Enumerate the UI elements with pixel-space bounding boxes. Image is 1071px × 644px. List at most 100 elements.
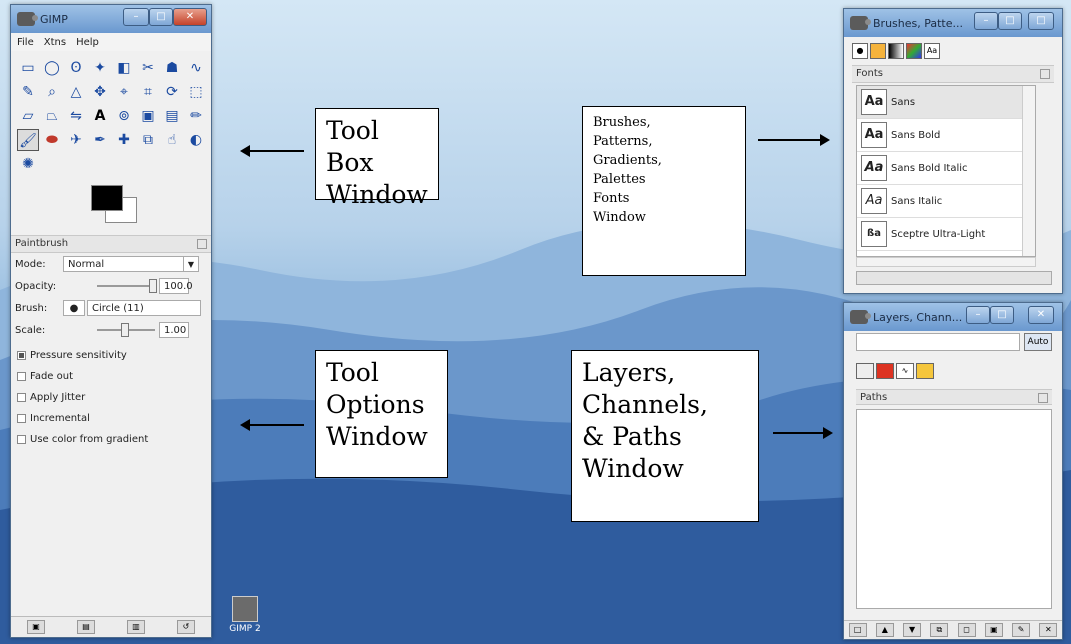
- free-select-icon[interactable]: ʘ: [65, 57, 87, 79]
- delete-path-icon[interactable]: ✕: [1039, 623, 1058, 637]
- perspective-clone-icon[interactable]: ⧉: [137, 129, 159, 151]
- brushes-tab-icon[interactable]: ●: [852, 43, 868, 59]
- scale-slider-track[interactable]: [97, 323, 155, 337]
- pressure-sensitivity-check[interactable]: Pressure sensitivity: [11, 345, 211, 366]
- scale-slider-knob[interactable]: [121, 323, 129, 337]
- paths-icon[interactable]: ∿: [185, 57, 207, 79]
- checkbox-icon[interactable]: [17, 435, 26, 444]
- gradients-tab-icon[interactable]: [888, 43, 904, 59]
- ellipse-select-icon[interactable]: ◯: [41, 57, 63, 79]
- brushes-bottom-bar[interactable]: [856, 271, 1052, 285]
- selection-to-path-icon[interactable]: ▣: [984, 623, 1003, 637]
- opacity-slider-track[interactable]: [97, 279, 157, 293]
- foreground-color-swatch[interactable]: [91, 185, 123, 211]
- mode-select[interactable]: Normal ▼: [63, 256, 199, 272]
- scale-spin[interactable]: 1.00: [159, 322, 189, 338]
- panel-menu-icon[interactable]: [197, 239, 207, 249]
- delete-options-icon[interactable]: ▥: [127, 620, 145, 634]
- move-icon[interactable]: ✥: [89, 81, 111, 103]
- new-path-icon[interactable]: □: [848, 623, 867, 637]
- maximize-button[interactable]: □: [990, 306, 1014, 324]
- smudge-icon[interactable]: ☝: [161, 129, 183, 151]
- opacity-spin[interactable]: 100.0: [159, 278, 193, 294]
- heal-icon[interactable]: ✚: [113, 129, 135, 151]
- apply-jitter-check[interactable]: Apply Jitter: [11, 387, 211, 408]
- close-button[interactable]: □: [1028, 12, 1054, 30]
- color-picker-icon[interactable]: ✎: [17, 81, 39, 103]
- font-list[interactable]: Aa Sans Aa Sans Bold Aa Sans Bold Italic…: [856, 85, 1036, 257]
- lower-path-icon[interactable]: ▼: [903, 623, 922, 637]
- patterns-tab-icon[interactable]: [870, 43, 886, 59]
- list-item[interactable]: Aa Sans Italic: [857, 185, 1035, 218]
- list-item[interactable]: Aa Sans Bold: [857, 119, 1035, 152]
- minimize-button[interactable]: –: [974, 12, 998, 30]
- scale-slider[interactable]: 1.00: [97, 322, 189, 338]
- undo-tab-icon[interactable]: [916, 363, 934, 379]
- menu-xtns[interactable]: Xtns: [44, 37, 66, 48]
- close-button[interactable]: ✕: [1028, 306, 1054, 324]
- save-options-icon[interactable]: ▣: [27, 620, 45, 634]
- rotate-icon[interactable]: ⟳: [161, 81, 183, 103]
- ink-icon[interactable]: ✒: [89, 129, 111, 151]
- minimize-button[interactable]: –: [123, 8, 149, 26]
- blend-icon[interactable]: ▤: [161, 105, 183, 127]
- chevron-down-icon[interactable]: ▼: [183, 257, 198, 271]
- align-icon[interactable]: ⌖: [113, 81, 135, 103]
- panel-menu-icon[interactable]: [1040, 69, 1050, 79]
- stroke-path-icon[interactable]: ✎: [1012, 623, 1031, 637]
- paths-list[interactable]: [856, 409, 1052, 609]
- incremental-check[interactable]: Incremental: [11, 408, 211, 429]
- flip-icon[interactable]: ⇋: [65, 105, 87, 127]
- shear-icon[interactable]: ▱: [17, 105, 39, 127]
- airbrush-icon[interactable]: ✈: [65, 129, 87, 151]
- list-item[interactable]: Aa Sans Bold Italic: [857, 152, 1035, 185]
- fuzzy-select-icon[interactable]: ✦: [89, 57, 111, 79]
- maximize-button[interactable]: □: [998, 12, 1022, 30]
- checkbox-icon[interactable]: [17, 351, 26, 360]
- channels-tab-icon[interactable]: [876, 363, 894, 379]
- scissors-icon[interactable]: ✂: [137, 57, 159, 79]
- checkbox-icon[interactable]: [17, 393, 26, 402]
- layers-window[interactable]: Layers, Chann... – □ ✕ Auto ∿ Paths □ ▲ …: [843, 302, 1063, 640]
- palettes-tab-icon[interactable]: [906, 43, 922, 59]
- minimize-button[interactable]: –: [966, 306, 990, 324]
- toolbox-titlebar[interactable]: GIMP – □ ✕: [11, 5, 211, 33]
- vertical-scrollbar[interactable]: [1022, 86, 1035, 256]
- gimp-desktop-shortcut[interactable]: GIMP 2: [220, 596, 270, 634]
- raise-path-icon[interactable]: ▲: [875, 623, 894, 637]
- bucket-fill-icon[interactable]: ▣: [137, 105, 159, 127]
- panel-menu-icon[interactable]: [1038, 393, 1048, 403]
- zoom-icon[interactable]: ⌕: [41, 81, 63, 103]
- auto-button[interactable]: Auto: [1024, 333, 1052, 351]
- toolbox-window[interactable]: GIMP – □ ✕ File Xtns Help ▭ ◯ ʘ ✦ ◧ ✂ ☗ …: [10, 4, 212, 638]
- eraser-icon[interactable]: ⬬: [41, 129, 63, 151]
- use-color-from-gradient-check[interactable]: Use color from gradient: [11, 429, 211, 450]
- path-to-selection-icon[interactable]: ◻: [957, 623, 976, 637]
- close-button[interactable]: ✕: [173, 8, 207, 26]
- crop-icon[interactable]: ⌗: [137, 81, 159, 103]
- pencil-icon[interactable]: ✏: [185, 105, 207, 127]
- brushes-titlebar[interactable]: Brushes, Patte... – □ □: [844, 9, 1062, 37]
- perspective-icon[interactable]: ⏢: [41, 105, 63, 127]
- image-select[interactable]: [856, 333, 1020, 351]
- list-item[interactable]: ßa Sceptre Ultra-Light: [857, 218, 1035, 251]
- measure-icon[interactable]: △: [65, 81, 87, 103]
- foreground-select-icon[interactable]: ☗: [161, 57, 183, 79]
- list-item[interactable]: Aa Sans: [857, 86, 1035, 119]
- select-by-color-icon[interactable]: ◧: [113, 57, 135, 79]
- menu-help[interactable]: Help: [76, 37, 99, 48]
- fade-out-check[interactable]: Fade out: [11, 366, 211, 387]
- restore-options-icon[interactable]: ▤: [77, 620, 95, 634]
- checkbox-icon[interactable]: [17, 372, 26, 381]
- brush-preview[interactable]: ●: [63, 300, 85, 316]
- clone-icon[interactable]: ⊚: [113, 105, 135, 127]
- duplicate-path-icon[interactable]: ⧉: [930, 623, 949, 637]
- checkbox-icon[interactable]: [17, 414, 26, 423]
- brushes-window[interactable]: Brushes, Patte... – □ □ ● Aa Fonts Aa Sa…: [843, 8, 1063, 294]
- layers-titlebar[interactable]: Layers, Chann... – □ ✕: [844, 303, 1062, 331]
- scale-icon[interactable]: ⬚: [185, 81, 207, 103]
- menu-file[interactable]: File: [17, 37, 34, 48]
- opacity-slider-knob[interactable]: [149, 279, 157, 293]
- fonts-tab-icon[interactable]: Aa: [924, 43, 940, 59]
- rect-select-icon[interactable]: ▭: [17, 57, 39, 79]
